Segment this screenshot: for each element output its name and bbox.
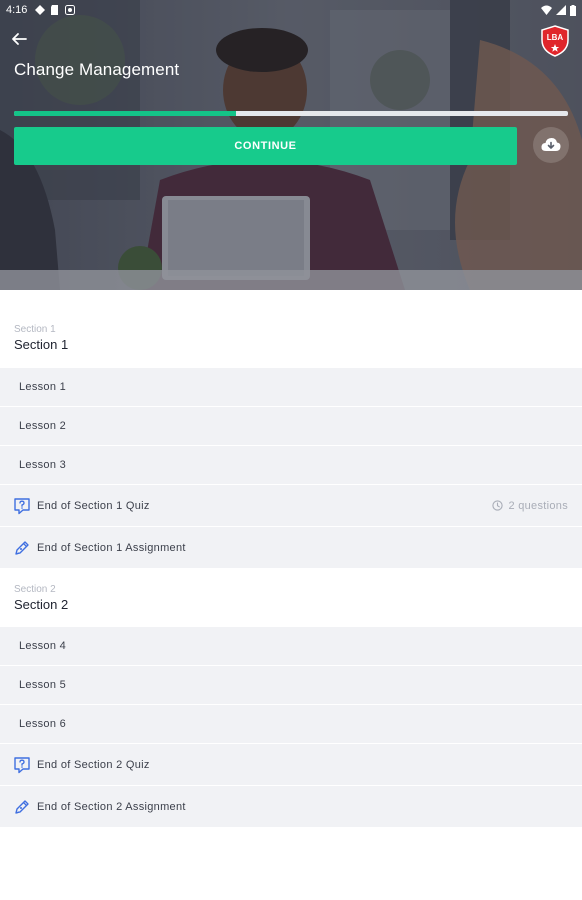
download-button[interactable] [533,127,569,163]
assignment-item[interactable]: End of Section 2 Assignment [0,786,582,828]
quiz-label: End of Section 1 Quiz [37,499,150,512]
section-header: Section 2 Section 2 [0,569,582,627]
assignment-label: End of Section 2 Assignment [37,800,186,813]
assignment-label: End of Section 1 Assignment [37,541,186,554]
lesson-item[interactable]: Lesson 6 [0,705,582,744]
clock-icon [492,500,504,511]
lesson-label: Lesson 4 [19,640,67,652]
lesson-item[interactable]: Lesson 2 [0,407,582,446]
lesson-label: Lesson 1 [19,381,67,393]
lesson-item[interactable]: Lesson 3 [0,446,582,485]
signal-icon [556,5,566,15]
quiz-label: End of Section 2 Quiz [37,758,150,771]
quiz-item[interactable]: End of Section 2 Quiz [0,744,582,786]
question-bubble-icon [14,497,30,514]
lesson-label: Lesson 6 [19,718,67,730]
back-button[interactable] [8,28,30,50]
course-outline: Section 1 Section 1 Lesson 1 Lesson 2 Le… [0,290,582,828]
course-hero: 4:16 LBA Change Management CONTINUE [0,0,582,290]
course-progress-fill [14,111,236,116]
wifi-icon [541,5,552,15]
pen-icon [15,540,29,555]
cloud-download-icon [541,138,561,151]
course-progress-bar [14,111,568,116]
lesson-label: Lesson 5 [19,679,67,691]
continue-button[interactable]: CONTINUE [14,127,517,165]
status-time: 4:16 [6,4,28,16]
lesson-item[interactable]: Lesson 5 [0,666,582,705]
quiz-question-count: 2 questions [508,499,568,512]
section-header: Section 1 Section 1 [0,290,582,368]
section-title: Section 2 [14,597,69,612]
quiz-item[interactable]: End of Section 1 Quiz 2 questions [0,485,582,527]
logo-text: LBA [547,33,564,42]
screenshot-icon [65,5,76,15]
lesson-item[interactable]: Lesson 1 [0,368,582,407]
app-notification-icon [35,5,46,15]
course-title: Change Management [14,60,180,79]
section-kicker: Section 2 [14,584,56,595]
lesson-item[interactable]: Lesson 4 [0,627,582,666]
assignment-item[interactable]: End of Section 1 Assignment [0,527,582,569]
quiz-meta: 2 questions [492,500,568,512]
section-title: Section 1 [14,337,69,352]
lesson-label: Lesson 3 [19,459,67,471]
lesson-label: Lesson 2 [19,420,67,432]
pen-icon [15,799,29,814]
status-bar: 4:16 [0,0,582,20]
battery-icon [570,4,576,16]
question-bubble-icon [14,756,30,773]
section-kicker: Section 1 [14,324,56,335]
lba-logo: LBA [541,25,569,57]
sd-card-icon [51,5,59,15]
